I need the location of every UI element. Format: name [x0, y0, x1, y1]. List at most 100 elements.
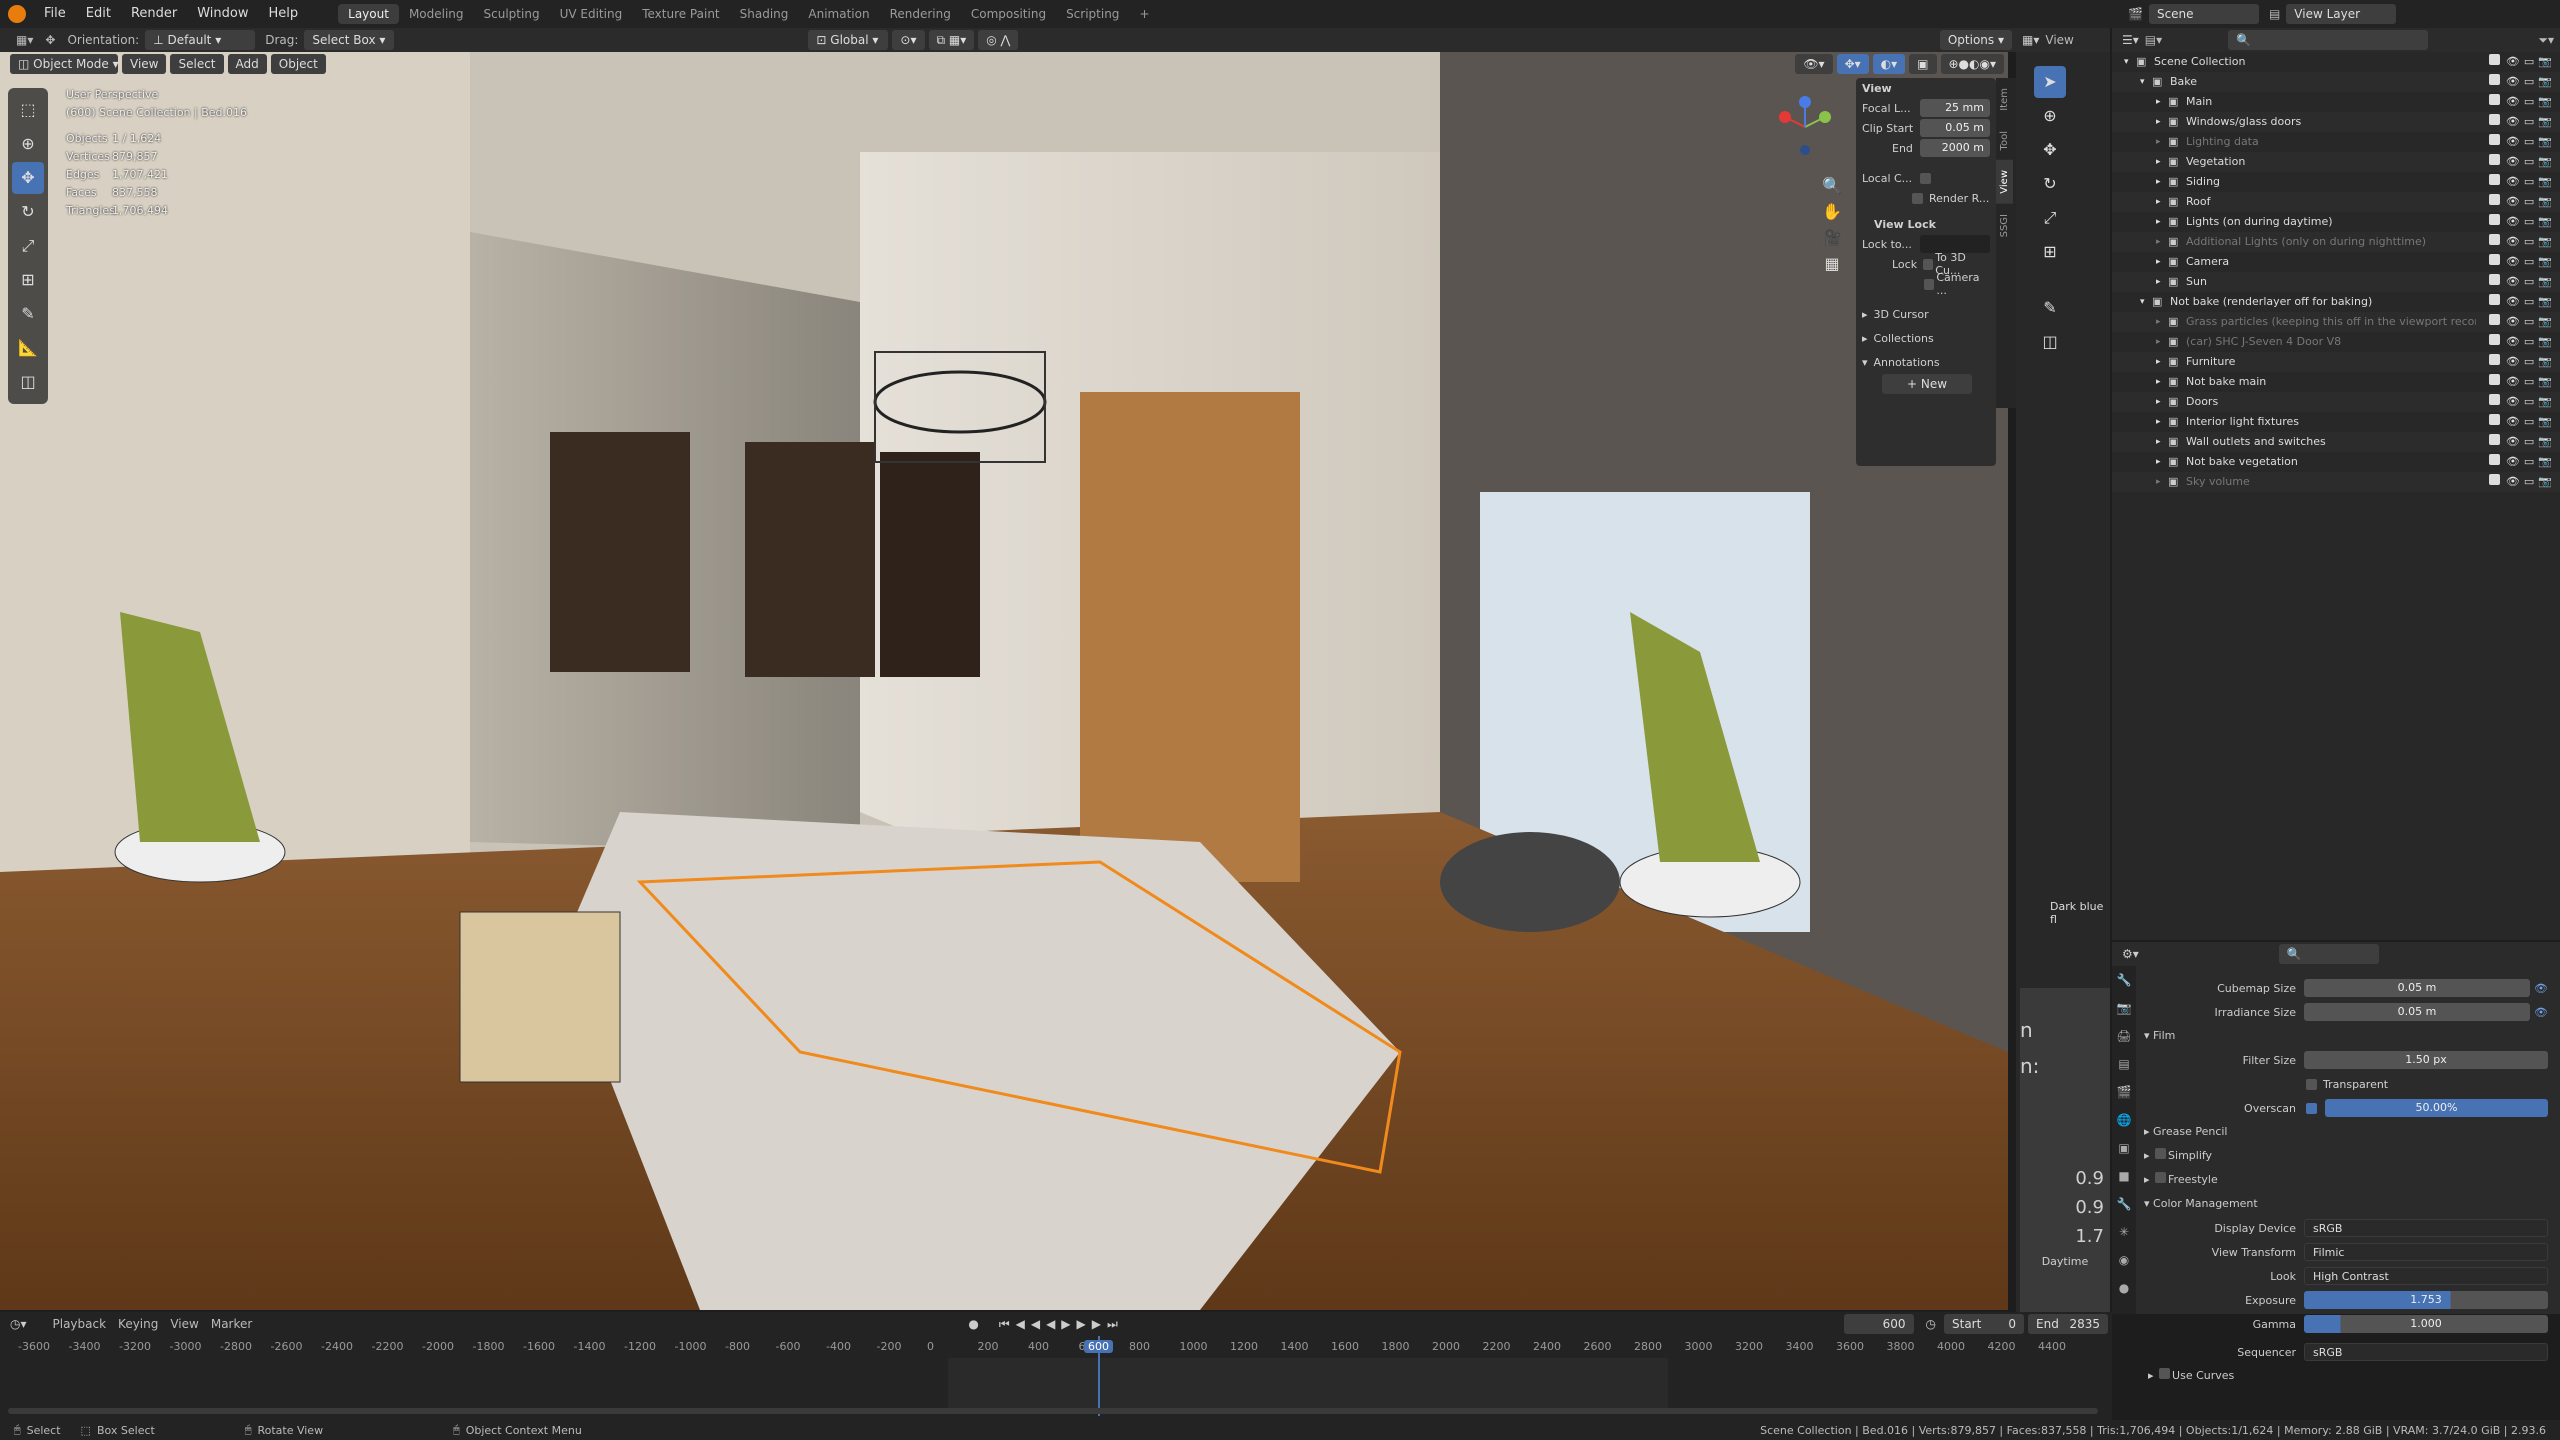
- expand-arrow-icon[interactable]: ▸: [2156, 92, 2168, 112]
- particles-tab-icon[interactable]: ✳: [2112, 1218, 2136, 1246]
- editor-type-icon[interactable]: ▦▾: [2022, 33, 2039, 47]
- scale-icon[interactable]: ⤢: [2034, 202, 2066, 234]
- camera-icon[interactable]: 📷: [2538, 255, 2552, 268]
- camera-icon[interactable]: 📷: [2538, 395, 2552, 408]
- monitor-icon[interactable]: ▭: [2524, 455, 2534, 468]
- workspace-tab-compositing[interactable]: Compositing: [961, 4, 1056, 24]
- exclude-checkbox[interactable]: [2488, 454, 2500, 465]
- exclude-checkbox[interactable]: [2488, 474, 2500, 485]
- blender-logo-icon[interactable]: [8, 5, 26, 23]
- color-management-section[interactable]: ▾ Color Management: [2136, 1192, 2560, 1216]
- eye-icon[interactable]: 👁: [2506, 455, 2520, 468]
- modifier-tab-icon[interactable]: 🔧: [2112, 1190, 2136, 1218]
- select-box-icon[interactable]: ⬚: [12, 94, 44, 126]
- playhead-frame-label[interactable]: 600: [1084, 1340, 1113, 1353]
- cursor-icon[interactable]: ⊕: [2034, 100, 2066, 132]
- transparent-checkbox[interactable]: [2306, 1078, 2317, 1090]
- eye-icon[interactable]: 👁: [2506, 175, 2520, 188]
- playback-controls[interactable]: ⏮◀◀◀▶▶▶⏭: [999, 1317, 1124, 1332]
- expand-arrow-icon[interactable]: ▾: [2140, 292, 2152, 312]
- eye-icon[interactable]: 👁: [2506, 235, 2520, 248]
- look-dropdown[interactable]: High Contrast: [2304, 1267, 2548, 1285]
- camera-icon[interactable]: 📷: [2538, 295, 2552, 308]
- camera-view-icon[interactable]: 🎥: [1820, 226, 1844, 250]
- camera-icon[interactable]: 📷: [2538, 435, 2552, 448]
- xray-toggle-icon[interactable]: ▣: [1909, 54, 1937, 74]
- monitor-icon[interactable]: ▭: [2524, 335, 2534, 348]
- select-icon[interactable]: ➤: [2034, 66, 2066, 98]
- exclude-checkbox[interactable]: [2488, 274, 2500, 285]
- freestyle-checkbox[interactable]: [2155, 1172, 2167, 1183]
- secondary-3d-viewport[interactable]: ▦▾ View ➤ ⊕ ✥ ↻ ⤢ ⊞ ✎ ◫ Dark blue fl n n:…: [2016, 28, 2110, 1312]
- 3d-viewport[interactable]: User Perspective (600) Scene Collection …: [0, 52, 2008, 1310]
- workspace-tab-modeling[interactable]: Modeling: [399, 4, 474, 24]
- scene-selector[interactable]: Scene: [2148, 4, 2259, 24]
- eye-icon[interactable]: 👁: [2506, 155, 2520, 168]
- filter-size-field[interactable]: 1.50 px: [2304, 1051, 2548, 1069]
- workspace-tab-texture-paint[interactable]: Texture Paint: [632, 4, 729, 24]
- measure-icon[interactable]: 📐: [12, 332, 44, 364]
- outliner-row[interactable]: ▸ ▣ Roof 👁 ▭ 📷: [2112, 192, 2560, 212]
- exclude-checkbox[interactable]: [2488, 374, 2500, 385]
- exposure-field[interactable]: 1.753: [2304, 1291, 2548, 1309]
- camera-icon[interactable]: 📷: [2538, 115, 2552, 128]
- eye-icon[interactable]: 👁: [2506, 415, 2520, 428]
- expand-arrow-icon[interactable]: ▸: [2156, 472, 2168, 492]
- mode-dropdown[interactable]: ◫ Object Mode ▾: [10, 54, 119, 74]
- outliner-row[interactable]: ▸ ▣ Sun 👁 ▭ 📷: [2112, 272, 2560, 292]
- start-frame-field[interactable]: Start 0: [1944, 1314, 2024, 1334]
- cursor-icon[interactable]: ⊕: [12, 128, 44, 160]
- eye-icon[interactable]: 👁: [2506, 435, 2520, 448]
- camera-icon[interactable]: 📷: [2538, 195, 2552, 208]
- eye-icon[interactable]: 👁: [2506, 195, 2520, 208]
- shading-modes-icon[interactable]: ⊕●◐◉▾: [1940, 54, 2004, 74]
- monitor-icon[interactable]: ▭: [2524, 175, 2534, 188]
- transform-orientation-dropdown[interactable]: ⊡ Global ▾: [808, 30, 889, 50]
- eye-icon[interactable]: 👁: [2534, 982, 2548, 995]
- outliner-row[interactable]: ▸ ▣ Lighting data 👁 ▭ 📷: [2112, 132, 2560, 152]
- use-curves-section[interactable]: ▸ Use Curves: [2136, 1364, 2560, 1388]
- camera-icon[interactable]: 📷: [2538, 375, 2552, 388]
- camera-icon[interactable]: 📷: [2538, 475, 2552, 488]
- exclude-checkbox[interactable]: [2488, 394, 2500, 405]
- exclude-checkbox[interactable]: [2488, 134, 2500, 145]
- eye-icon[interactable]: 👁: [2506, 275, 2520, 288]
- view-transform-dropdown[interactable]: Filmic: [2304, 1243, 2548, 1261]
- timeline-menu-view[interactable]: View: [170, 1317, 198, 1331]
- expand-arrow-icon[interactable]: ▸: [2156, 152, 2168, 172]
- workspace-tab-sculpting[interactable]: Sculpting: [474, 4, 550, 24]
- orientation-dropdown[interactable]: ⊥ Default ▾: [145, 30, 256, 50]
- object-tab-icon[interactable]: ■: [2112, 1162, 2136, 1190]
- exclude-checkbox[interactable]: [2488, 94, 2500, 105]
- physics-tab-icon[interactable]: ◉: [2112, 1246, 2136, 1274]
- expand-arrow-icon[interactable]: ▸: [2156, 312, 2168, 332]
- eye-icon[interactable]: 👁: [2506, 375, 2520, 388]
- eye-icon[interactable]: 👁: [2506, 95, 2520, 108]
- npanel-tab-view[interactable]: View: [1996, 160, 2013, 204]
- lock-camera-checkbox[interactable]: [1924, 278, 1935, 290]
- camera-icon[interactable]: 📷: [2538, 235, 2552, 248]
- expand-arrow-icon[interactable]: ▾: [2140, 72, 2152, 92]
- editor-type-icon[interactable]: ⚙▾: [2122, 947, 2139, 961]
- gizmo-toggle-icon[interactable]: ✥▾: [1836, 54, 1869, 74]
- current-frame-field[interactable]: 600: [1843, 1314, 1914, 1334]
- outliner-row[interactable]: ▸ ▣ Interior light fixtures 👁 ▭ 📷: [2112, 412, 2560, 432]
- monitor-icon[interactable]: ▭: [2524, 195, 2534, 208]
- eye-icon[interactable]: 👁: [2506, 355, 2520, 368]
- outliner-row[interactable]: ▸ ▣ Lights (on during daytime) 👁 ▭ 📷: [2112, 212, 2560, 232]
- outliner-row[interactable]: ▸ ▣ Grass particles (keeping this off in t…: [2112, 312, 2560, 332]
- eye-icon[interactable]: 👁: [2506, 295, 2520, 308]
- simplify-checkbox[interactable]: [2155, 1148, 2167, 1159]
- expand-arrow-icon[interactable]: ▸: [2156, 112, 2168, 132]
- timeline-ruler[interactable]: -3600 -3400 -3200 -3000 -2800 -2600 -2400 -2200…: [0, 1336, 2112, 1358]
- monitor-icon[interactable]: ▭: [2524, 415, 2534, 428]
- exclude-checkbox[interactable]: [2488, 114, 2500, 125]
- gamma-field[interactable]: 1.000: [2304, 1315, 2548, 1333]
- lock-cursor-checkbox[interactable]: [1923, 258, 1934, 270]
- monitor-icon[interactable]: ▭: [2524, 295, 2534, 308]
- exclude-checkbox[interactable]: [2488, 234, 2500, 245]
- menu-help[interactable]: Help: [259, 6, 309, 21]
- exclude-checkbox[interactable]: [2488, 54, 2500, 65]
- eye-icon[interactable]: 👁: [2506, 255, 2520, 268]
- expand-arrow-icon[interactable]: ▸: [2156, 452, 2168, 472]
